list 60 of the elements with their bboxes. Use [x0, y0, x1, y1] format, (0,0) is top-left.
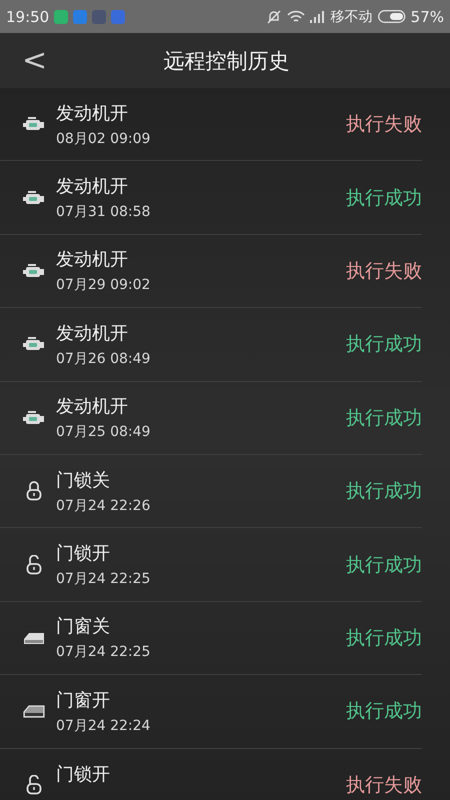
history-item[interactable]: 门窗关 07月24 22:25 执行成功	[0, 602, 422, 676]
engine-icon	[23, 410, 45, 426]
result-status: 执行失败	[346, 772, 422, 798]
item-title: 门锁关	[56, 468, 111, 492]
item-time: 07月24 22:25	[56, 643, 152, 662]
engine-icon	[23, 336, 45, 352]
history-item[interactable]: 发动机开 07月26 08:49 执行成功	[0, 308, 422, 382]
carrier-name: 移不动	[330, 8, 373, 26]
history-item[interactable]: 门锁关 07月24 22:26 执行成功	[0, 454, 422, 528]
item-time: 07月24 22:25	[56, 570, 152, 588]
item-title: 发动机开	[56, 395, 129, 418]
history-item[interactable]: 发动机开 08月02 09:09 执行失败	[0, 88, 422, 162]
result-status: 执行成功	[346, 552, 422, 578]
result-status: 执行成功	[346, 332, 422, 358]
battery-percent: 57%	[410, 8, 444, 26]
item-title: 门锁开	[56, 762, 111, 786]
result-status: 执行失败	[346, 258, 422, 284]
battery-icon	[378, 10, 406, 23]
status-time: 19:50	[6, 8, 50, 26]
item-title: 门窗关	[56, 615, 111, 638]
result-status: 执行成功	[346, 186, 422, 211]
app-icon	[111, 10, 126, 24]
item-time: 07月25 08:49	[56, 423, 152, 442]
item-time: 07月24 22:24	[56, 716, 152, 735]
mute-bell-icon	[266, 8, 282, 24]
engine-icon	[23, 116, 45, 132]
history-item[interactable]: 门锁开 07月24 22:25 执行成功	[0, 528, 422, 602]
engine-icon	[23, 190, 45, 206]
unlocked-icon	[26, 774, 42, 795]
engine-icon	[23, 262, 45, 279]
wifi-icon	[286, 10, 305, 24]
signal-icon	[310, 10, 326, 22]
item-title: 发动机开	[56, 175, 129, 198]
result-status: 执行成功	[346, 626, 422, 651]
history-item[interactable]: 发动机开 07月31 08:58 执行成功	[0, 161, 422, 235]
unlocked-icon	[26, 554, 42, 575]
window-icon	[23, 704, 45, 718]
item-time: 07月31 08:58	[56, 203, 152, 222]
history-item[interactable]: 发动机开 07月25 08:49 执行成功	[0, 382, 422, 455]
window-icon	[23, 630, 45, 645]
item-time: 08月02 09:09	[56, 130, 152, 148]
item-title: 门窗开	[56, 688, 111, 712]
app-icon	[92, 10, 106, 24]
result-status: 执行失败	[346, 112, 422, 138]
item-title: 发动机开	[56, 102, 129, 125]
result-status: 执行成功	[346, 479, 422, 504]
history-item[interactable]: 发动机开 07月29 09:02 执行失败	[0, 234, 422, 308]
item-title: 发动机开	[56, 322, 129, 345]
item-title: 门锁开	[56, 542, 111, 566]
result-status: 执行成功	[346, 406, 422, 431]
item-title: 发动机开	[56, 248, 129, 272]
history-item[interactable]: 门锁开 执行失败	[0, 748, 422, 800]
history-item[interactable]: 门窗开 07月24 22:24 执行成功	[0, 675, 422, 749]
lock-icon	[26, 481, 42, 502]
item-time: 07月26 08:49	[56, 350, 152, 368]
item-time: 07月29 09:02	[56, 276, 152, 294]
item-time: 07月24 22:26	[56, 496, 152, 515]
page-title: 远程控制历史	[164, 48, 290, 74]
back-button[interactable]: <	[0, 43, 66, 78]
result-status: 执行成功	[346, 699, 422, 724]
